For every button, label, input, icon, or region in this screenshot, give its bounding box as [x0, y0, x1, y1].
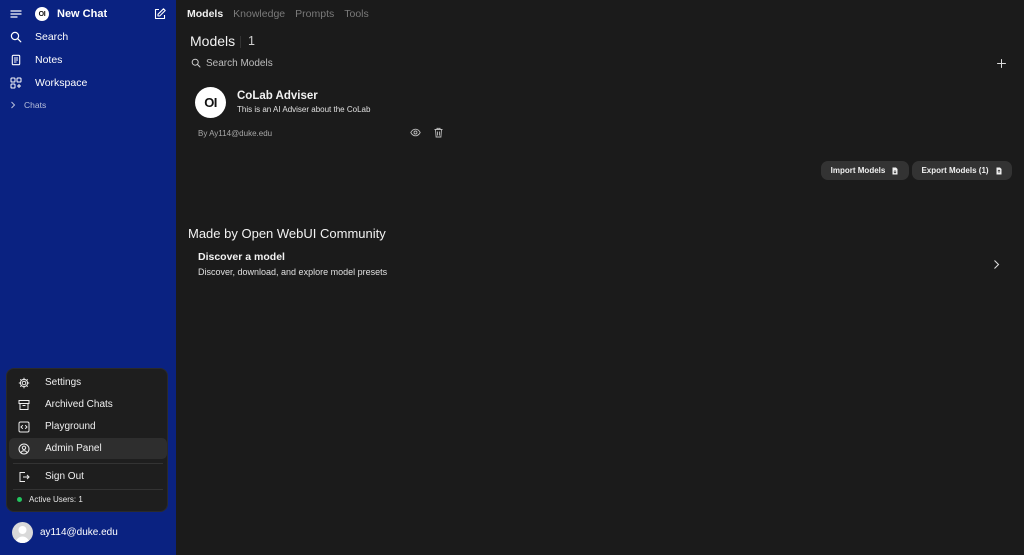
menu-item-label: Settings — [45, 377, 82, 388]
notes-icon — [10, 54, 22, 66]
title-separator — [240, 36, 241, 48]
menu-divider — [13, 463, 163, 464]
eye-icon[interactable] — [410, 127, 421, 138]
new-chat-edit-icon[interactable] — [153, 7, 167, 21]
model-logo: OI — [195, 87, 226, 118]
active-users-status: Active Users: 1 — [17, 495, 83, 504]
page-title: Models — [190, 33, 236, 49]
menu-item-admin-panel[interactable]: Admin Panel — [9, 438, 167, 459]
tab-models[interactable]: Models — [187, 8, 223, 20]
chevron-right-icon — [10, 101, 16, 109]
menu-item-label: Playground — [45, 421, 96, 432]
gear-icon — [18, 377, 30, 389]
search-icon — [10, 31, 22, 43]
user-email: ay114@duke.edu — [40, 527, 118, 538]
model-card[interactable]: OI CoLab Adviser This is an AI Adviser a… — [190, 82, 460, 144]
sidebar-item-search[interactable]: Search — [6, 27, 170, 47]
hamburger-menu-icon[interactable] — [9, 7, 23, 21]
tab-knowledge[interactable]: Knowledge — [233, 8, 285, 20]
menu-item-label: Admin Panel — [45, 443, 102, 454]
avatar — [12, 522, 33, 543]
import-models-label: Import Models — [830, 166, 886, 175]
file-export-icon — [995, 167, 1003, 175]
sidebar-item-label: Search — [35, 31, 69, 43]
search-models-input[interactable] — [206, 55, 806, 71]
active-users-label: Active Users: 1 — [29, 495, 83, 504]
discover-model-link[interactable]: Discover a model Discover, download, and… — [188, 246, 1013, 284]
community-section-title: Made by Open WebUI Community — [188, 226, 386, 241]
discover-title: Discover a model — [198, 251, 285, 263]
user-circle-icon — [18, 443, 30, 455]
menu-item-label: Archived Chats — [45, 399, 113, 410]
export-models-button[interactable]: Export Models (1) — [912, 161, 1012, 180]
openwebui-logo[interactable]: OI — [35, 7, 49, 21]
sidebar-item-workspace[interactable]: Workspace — [6, 73, 170, 93]
trash-icon[interactable] — [433, 127, 444, 138]
workspace-icon — [10, 77, 22, 89]
menu-item-label: Sign Out — [45, 471, 84, 482]
discover-subtitle: Discover, download, and explore model pr… — [198, 267, 388, 277]
tab-prompts[interactable]: Prompts — [295, 8, 334, 20]
workspace-tabs: Models Knowledge Prompts Tools — [187, 8, 379, 20]
archive-icon — [18, 399, 30, 411]
sidebar: OI New Chat Search Notes Workspace Chats — [0, 0, 176, 555]
export-models-label: Export Models (1) — [921, 166, 989, 175]
user-menu: Settings Archived Chats Playground Admin… — [6, 368, 168, 512]
menu-item-archived-chats[interactable]: Archived Chats — [9, 394, 167, 415]
new-chat-label[interactable]: New Chat — [57, 8, 107, 20]
tab-tools[interactable]: Tools — [344, 8, 369, 20]
file-import-icon — [891, 167, 899, 175]
add-model-icon[interactable] — [996, 58, 1007, 69]
model-description: This is an AI Adviser about the CoLab — [237, 105, 371, 114]
sidebar-header: OI New Chat — [0, 0, 176, 28]
menu-item-sign-out[interactable]: Sign Out — [9, 466, 167, 487]
menu-item-settings[interactable]: Settings — [9, 372, 167, 393]
chevron-right-icon — [992, 259, 1001, 270]
sidebar-chats-toggle[interactable]: Chats — [10, 100, 46, 110]
online-status-dot — [17, 497, 22, 502]
menu-divider — [13, 489, 163, 490]
user-profile-button[interactable]: ay114@duke.edu — [12, 522, 118, 543]
code-icon — [18, 421, 30, 433]
import-models-button[interactable]: Import Models — [821, 161, 909, 180]
model-author: By Ay114@duke.edu — [198, 129, 273, 138]
menu-item-playground[interactable]: Playground — [9, 416, 167, 437]
search-icon — [191, 58, 201, 68]
sign-out-icon — [18, 471, 30, 483]
sidebar-item-label: Notes — [35, 54, 63, 66]
chats-label: Chats — [24, 100, 47, 110]
model-name: CoLab Adviser — [237, 90, 318, 102]
models-count: 1 — [248, 34, 255, 48]
sidebar-item-label: Workspace — [35, 77, 88, 89]
sidebar-item-notes[interactable]: Notes — [6, 50, 170, 70]
